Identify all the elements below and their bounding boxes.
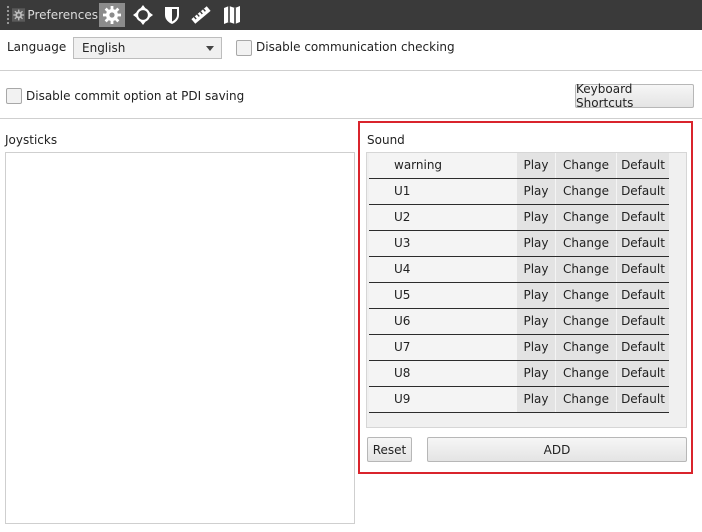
change-button[interactable]: Change <box>556 283 616 308</box>
map-settings-button[interactable] <box>219 3 245 27</box>
change-button[interactable]: Change <box>556 387 616 412</box>
divider <box>0 118 702 119</box>
play-button[interactable]: Play <box>517 283 555 308</box>
sound-name: U6 <box>394 314 411 328</box>
play-button[interactable]: Play <box>517 179 555 204</box>
sound-name: warning <box>394 158 443 172</box>
preferences-title: Preferences <box>27 8 98 22</box>
add-sound-button[interactable]: ADD <box>427 437 687 462</box>
preferences-gear-icon <box>12 8 26 22</box>
units-settings-button[interactable] <box>188 3 214 27</box>
play-button[interactable]: Play <box>517 205 555 230</box>
change-button[interactable]: Change <box>556 231 616 256</box>
play-button[interactable]: Play <box>517 361 555 386</box>
general-settings-button[interactable] <box>99 3 125 27</box>
default-button[interactable]: Default <box>617 283 669 308</box>
joysticks-list[interactable] <box>5 152 355 524</box>
sound-row: warning Play Change Default <box>369 153 669 179</box>
sound-row: U8 Play Change Default <box>369 361 669 387</box>
change-button[interactable]: Change <box>556 179 616 204</box>
sound-name: U3 <box>394 236 411 250</box>
sound-list[interactable]: warning Play Change Default U1 Play Chan… <box>366 152 687 428</box>
preferences-tab[interactable]: Preferences <box>12 3 98 27</box>
ruler-icon <box>191 6 211 24</box>
safety-settings-button[interactable] <box>159 3 185 27</box>
sound-name: U2 <box>394 210 411 224</box>
sound-name: U9 <box>394 392 411 406</box>
toolbar-grip[interactable] <box>6 5 10 25</box>
chevron-down-icon <box>206 46 214 51</box>
default-button[interactable]: Default <box>617 179 669 204</box>
disable-communication-checkbox[interactable] <box>236 40 252 56</box>
change-button[interactable]: Change <box>556 335 616 360</box>
default-button[interactable]: Default <box>617 309 669 334</box>
sound-row: U1 Play Change Default <box>369 179 669 205</box>
sound-row: U5 Play Change Default <box>369 283 669 309</box>
sound-name: U4 <box>394 262 411 276</box>
play-button[interactable]: Play <box>517 231 555 256</box>
language-select-value: English <box>82 41 126 55</box>
gear-icon <box>103 6 121 24</box>
sound-row: U4 Play Change Default <box>369 257 669 283</box>
default-button[interactable]: Default <box>617 335 669 360</box>
default-button[interactable]: Default <box>617 361 669 386</box>
sound-name: U5 <box>394 288 411 302</box>
play-button[interactable]: Play <box>517 257 555 282</box>
sound-title: Sound <box>367 133 405 147</box>
crosshair-icon <box>133 5 153 25</box>
map-icon <box>224 6 240 24</box>
top-toolbar: Preferences <box>0 0 702 30</box>
sound-row: U2 Play Change Default <box>369 205 669 231</box>
shield-icon <box>165 7 179 24</box>
sound-name: U1 <box>394 184 411 198</box>
change-button[interactable]: Change <box>556 361 616 386</box>
navigation-settings-button[interactable] <box>130 3 156 27</box>
divider <box>0 70 702 71</box>
default-button[interactable]: Default <box>617 257 669 282</box>
play-button[interactable]: Play <box>517 309 555 334</box>
language-select[interactable]: English <box>73 37 222 59</box>
default-button[interactable]: Default <box>617 387 669 412</box>
joysticks-title: Joysticks <box>5 133 58 147</box>
sound-row: U3 Play Change Default <box>369 231 669 257</box>
sound-name: U8 <box>394 366 411 380</box>
disable-commit-label: Disable commit option at PDI saving <box>26 89 245 103</box>
default-button[interactable]: Default <box>617 205 669 230</box>
play-button[interactable]: Play <box>517 387 555 412</box>
change-button[interactable]: Change <box>556 205 616 230</box>
sound-row: U9 Play Change Default <box>369 387 669 413</box>
sound-row: U7 Play Change Default <box>369 335 669 361</box>
change-button[interactable]: Change <box>556 153 616 178</box>
play-button[interactable]: Play <box>517 153 555 178</box>
default-button[interactable]: Default <box>617 231 669 256</box>
default-button[interactable]: Default <box>617 153 669 178</box>
change-button[interactable]: Change <box>556 309 616 334</box>
sound-name: U7 <box>394 340 411 354</box>
play-button[interactable]: Play <box>517 335 555 360</box>
change-button[interactable]: Change <box>556 257 616 282</box>
disable-commit-checkbox[interactable] <box>6 88 22 104</box>
keyboard-shortcuts-button[interactable]: Keyboard Shortcuts <box>575 82 694 110</box>
reset-button[interactable]: Reset <box>367 437 412 462</box>
language-label: Language <box>7 40 67 54</box>
sound-row: U6 Play Change Default <box>369 309 669 335</box>
disable-communication-label: Disable communication checking <box>256 40 455 54</box>
